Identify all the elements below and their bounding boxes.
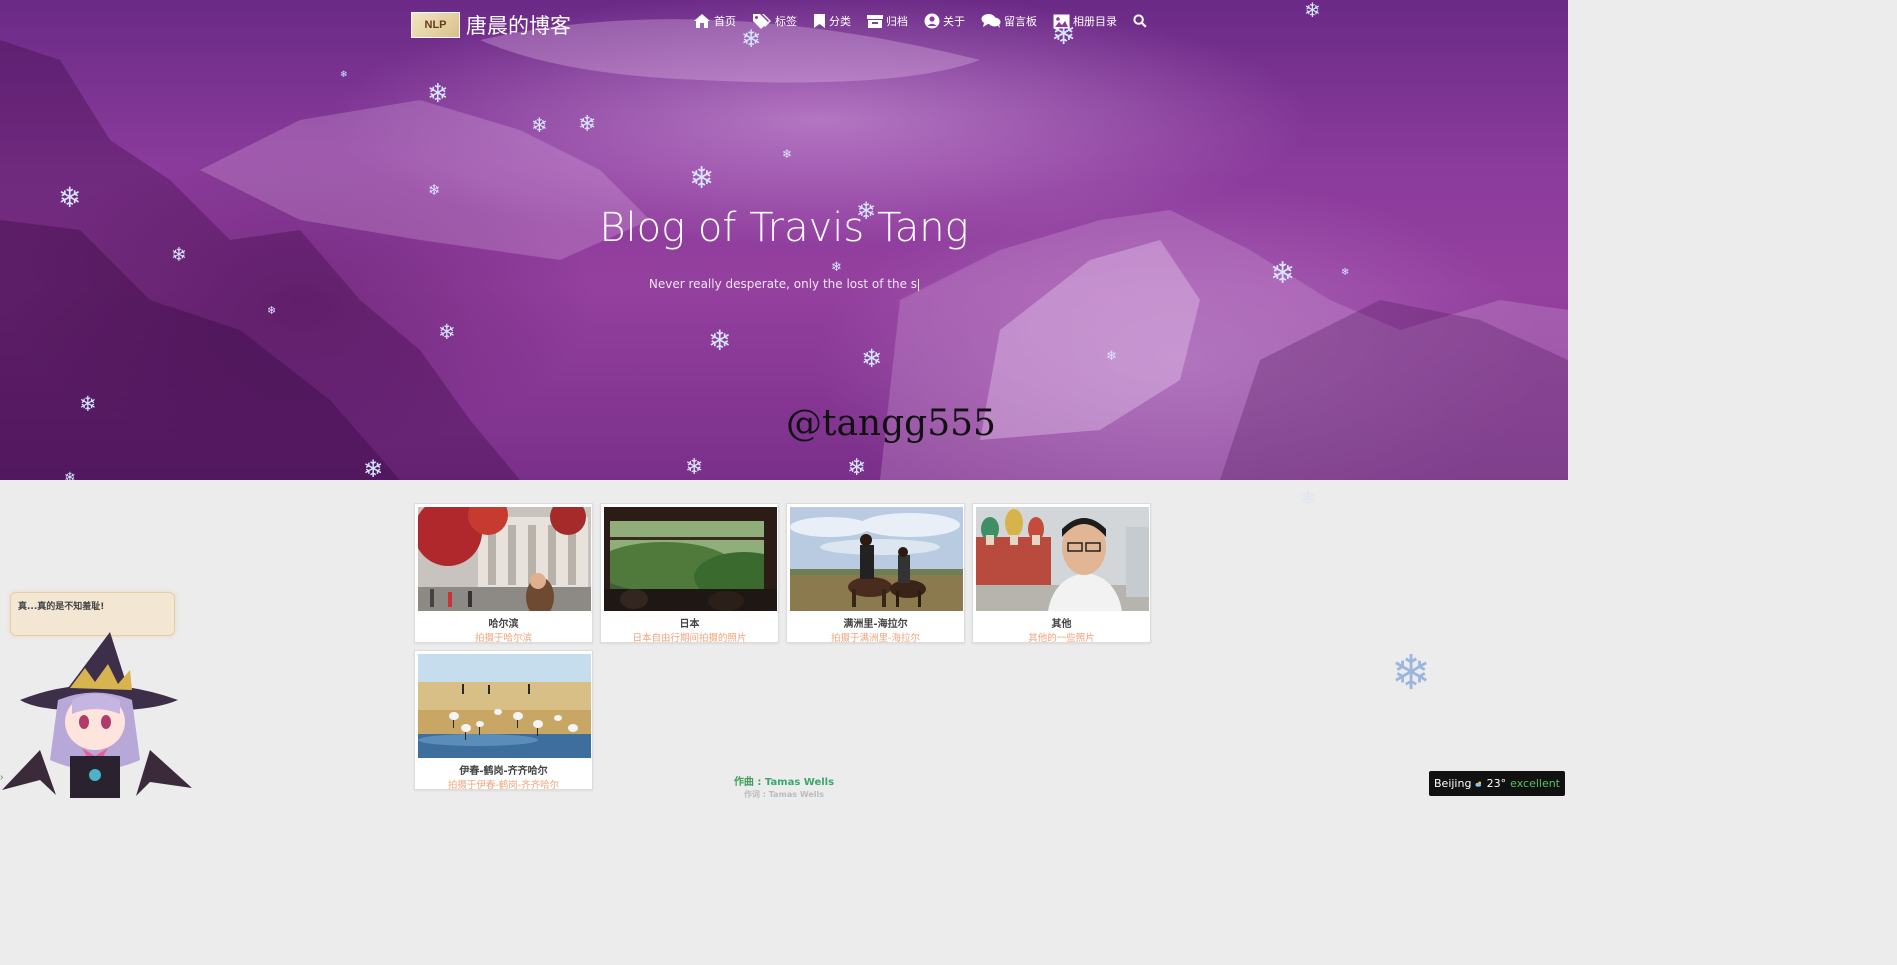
nav-item-about[interactable]: 关于 (924, 13, 965, 29)
album-card[interactable]: 哈尔滨 拍摄于哈尔滨 (414, 503, 593, 644)
snowflake-icon: ❄ (578, 111, 597, 136)
bookmark-icon (814, 14, 825, 28)
cloud-sun-icon (1475, 780, 1482, 787)
snowflake-icon: ❄ (831, 259, 842, 274)
nav-label: 关于 (943, 15, 965, 28)
album-card[interactable]: 伊春-鹤岗-齐齐哈尔 拍摄于伊春-鹤岗-齐齐哈尔 (414, 650, 593, 791)
harbin-photo (418, 507, 591, 611)
album-card[interactable]: 其他 其他的一些照片 (972, 503, 1151, 644)
search-icon (1133, 14, 1147, 28)
nav-label: 标签 (775, 15, 797, 28)
main-nav: 首页 标签 分类 归档 关于 留言板 相册目录 (693, 13, 1147, 29)
snowflake-icon: ❄ (79, 393, 97, 416)
weather-city: Beijing (1434, 777, 1472, 790)
album-photo[interactable] (604, 507, 777, 611)
nav-item-categories[interactable]: 分类 (813, 13, 851, 29)
snowflake-icon: ❄ (847, 454, 867, 480)
top-navbar: NLP 唐晨的博客 首页 标签 分类 归档 关于 留言板 相册目录 (0, 0, 1568, 48)
snowflake-icon: ❄ (685, 454, 704, 479)
nav-item-guestbook[interactable]: 留言板 (981, 13, 1037, 29)
lyricist-line: 作词 : Tamas Wells (0, 789, 1568, 800)
snowflake-icon: ❄ (1106, 348, 1117, 363)
album-title[interactable]: 满洲里-海拉尔 (787, 615, 964, 630)
nav-item-tags[interactable]: 标签 (752, 13, 797, 29)
music-info: 作曲 : Tamas Wells 作词 : Tamas Wells (0, 773, 1568, 800)
snowflake-icon: ❄ (708, 325, 732, 356)
snowflake-icon: ❄ (438, 321, 456, 344)
weather-temp: 23° (1486, 777, 1507, 790)
air-quality: excellent (1510, 777, 1560, 790)
album-card[interactable]: 满洲里-海拉尔 拍摄于满洲里-海拉尔 (786, 503, 965, 644)
snowflake-icon: ❄ (64, 469, 76, 480)
typing-text: Never really desperate, only the lost of… (648, 277, 918, 291)
nav-label: 归档 (886, 15, 908, 28)
snowflake-icon: ❄ (1391, 647, 1432, 700)
composer-label: 作曲 : (733, 777, 765, 788)
yichun-photo (418, 654, 591, 758)
weather-widget[interactable]: Beijing 23° excellent (1429, 771, 1565, 796)
album-card[interactable]: 日本 日本自由行期间拍摄的照片 (600, 503, 779, 644)
user-circle-icon (924, 13, 940, 29)
album-desc: 其他的一些照片 (1028, 633, 1095, 644)
album-desc: 拍摄于哈尔滨 (474, 633, 532, 644)
snowflake-icon: ❄ (531, 115, 548, 137)
home-icon (694, 14, 710, 28)
snowflake-icon: ❄ (363, 456, 384, 481)
search-button[interactable] (1133, 14, 1147, 28)
hero-banner: ❄ ❄ ❄ ❄ ❄ ❄ ❄ ❄ ❄ ❄ ❄ ❄ ❄ ❄ ❄ ❄ ❄ ❄ ❄ ❄ … (0, 0, 1568, 480)
album-photo[interactable] (418, 507, 591, 611)
signature-handle: @tangg555 (786, 403, 996, 444)
image-icon (1053, 14, 1070, 28)
snowflake-icon: ❄ (782, 147, 793, 161)
snowflake-icon: ❄ (427, 78, 449, 108)
hero-title: Blog of Travis Tang (599, 205, 969, 251)
nav-item-archive[interactable]: 归档 (867, 13, 908, 29)
album-title[interactable]: 日本 (601, 615, 778, 630)
archive-icon (867, 14, 883, 28)
lyricist-label: 作词 : (743, 790, 769, 799)
site-brand[interactable]: NLP 唐晨的博客 (411, 10, 571, 40)
lyricist-name: Tamas Wells (768, 790, 825, 799)
nav-label: 首页 (714, 15, 736, 28)
japan-photo (604, 507, 777, 611)
tags-icon (753, 14, 771, 29)
site-logo[interactable]: NLP (411, 12, 460, 38)
hero-subtitle: Never really desperate, only the lost of… (0, 277, 1568, 291)
nav-item-home[interactable]: 首页 (693, 13, 736, 29)
nav-label: 相册目录 (1073, 15, 1117, 28)
album-photo[interactable] (418, 654, 591, 758)
album-photo[interactable] (976, 507, 1149, 611)
other-photo (976, 507, 1149, 611)
snowflake-icon: ❄ (1300, 488, 1317, 510)
snowflake-icon: ❄ (267, 305, 277, 317)
nav-item-albums[interactable]: 相册目录 (1053, 13, 1117, 29)
comments-icon (981, 14, 1001, 28)
snowflake-icon: ❄ (861, 345, 882, 373)
nav-label: 留言板 (1004, 15, 1037, 28)
snowflake-icon: ❄ (428, 182, 441, 199)
nav-label: 分类 (829, 15, 851, 28)
typing-caret (918, 278, 920, 291)
site-title[interactable]: 唐晨的博客 (466, 10, 571, 40)
album-title[interactable]: 其他 (973, 615, 1150, 630)
album-title[interactable]: 哈尔滨 (415, 615, 592, 630)
snowflake-icon: ❄ (340, 69, 348, 79)
manzhouli-photo (790, 507, 963, 611)
snowflake-icon: ❄ (689, 162, 715, 195)
composer-name: Tamas Wells (764, 777, 835, 788)
album-desc: 日本自由行期间拍摄的照片 (632, 633, 747, 644)
composer-line: 作曲 : Tamas Wells (0, 773, 1568, 788)
album-desc: 拍摄于满洲里-海拉尔 (831, 633, 920, 644)
album-photo[interactable] (790, 507, 963, 611)
